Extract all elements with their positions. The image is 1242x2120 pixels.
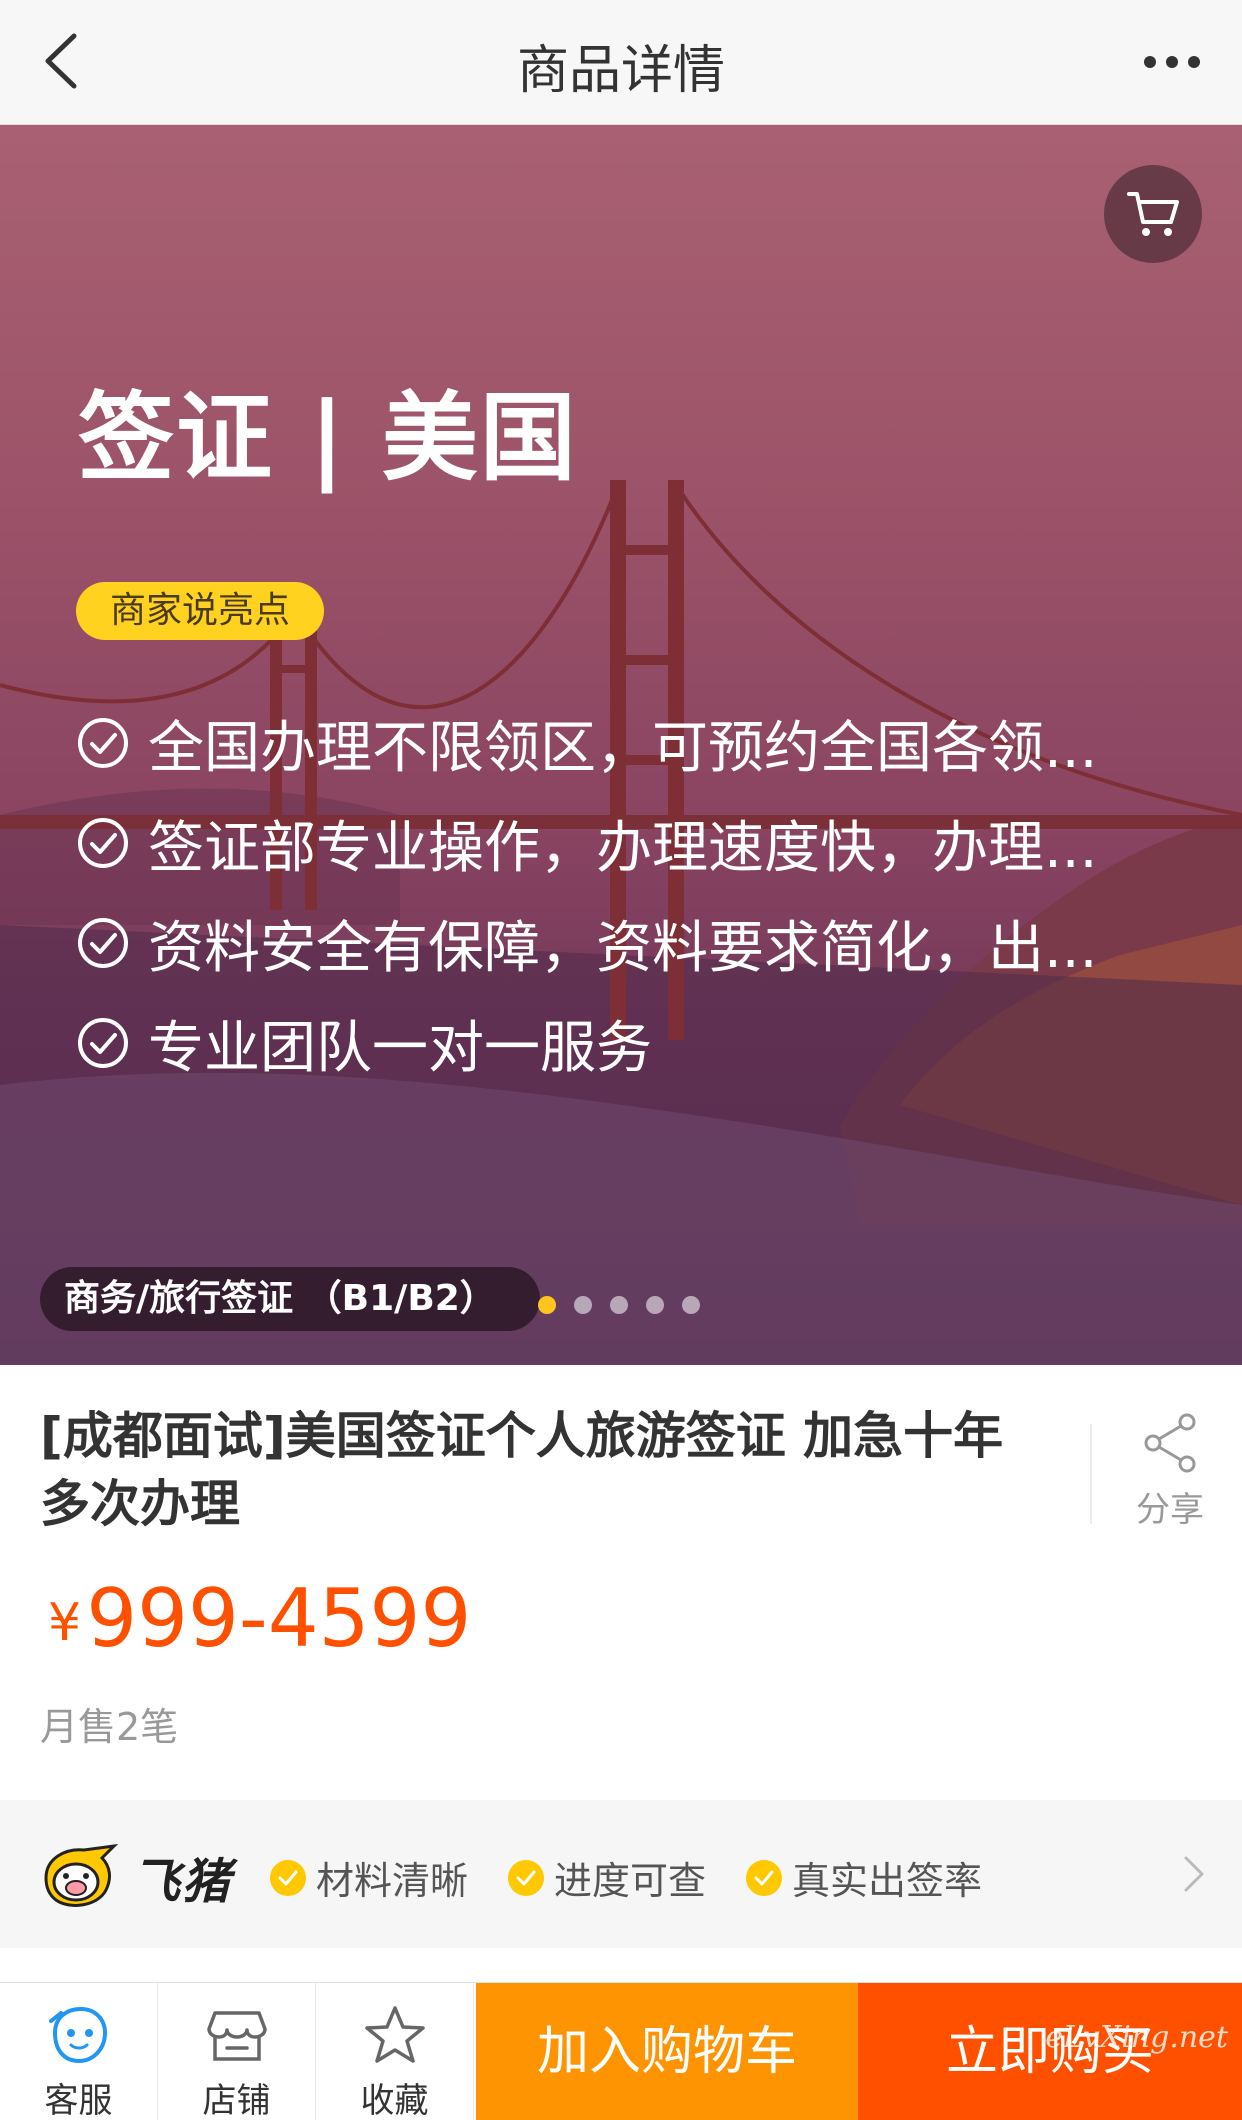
guarantee-text: 材料清晰	[316, 1859, 469, 1903]
list-item: 全国办理不限领区，可预约全国各领...	[76, 693, 1186, 793]
share-icon	[1144, 1413, 1196, 1473]
customer-service-icon	[48, 2006, 107, 2064]
list-item: 签证部专业操作，办理速度快，办理...	[76, 793, 1186, 893]
price: ¥ 999-4599	[48, 1572, 471, 1665]
highlight-text: 签证部专业操作，办理速度快，办理...	[148, 815, 1098, 881]
check-circle-icon	[78, 918, 128, 968]
highlight-text: 资料安全有保障，资料要求简化，出...	[148, 915, 1098, 981]
list-item: 进度可查	[508, 1850, 706, 1905]
highlights-badge: 商家说亮点	[76, 582, 325, 640]
tab-customer-service[interactable]: 客服	[0, 1983, 158, 2120]
check-badge-icon	[270, 1859, 306, 1896]
check-circle-icon	[78, 1018, 128, 1068]
list-item: 真实出签率	[746, 1850, 982, 1905]
check-circle-icon	[78, 818, 128, 868]
carousel-dot[interactable]	[610, 1296, 628, 1314]
check-badge-icon	[508, 1859, 545, 1896]
carousel-dots[interactable]	[538, 1296, 718, 1314]
share-button[interactable]: 分享	[1120, 1412, 1220, 1531]
product-title: [成都面试]美国签证个人旅游签证 加急十年多次办理	[40, 1407, 1004, 1533]
highlights-list: 全国办理不限领区，可预约全国各领... 签证部专业操作，办理速度快，办理... …	[76, 693, 1186, 1093]
tab-label: 店铺	[202, 2081, 271, 2120]
fliggy-logo: 飞猪	[40, 1842, 232, 1912]
carousel-dot[interactable]	[538, 1296, 556, 1314]
buy-now-button[interactable]: 立即购买 eLvXing.net	[858, 1983, 1242, 2120]
tab-shop[interactable]: 店铺	[158, 1983, 316, 2120]
carousel-dot[interactable]	[574, 1296, 592, 1314]
list-item: 专业团队一对一服务	[76, 993, 1186, 1093]
price-value: 999-4599	[86, 1572, 472, 1665]
highlight-text: 专业团队一对一服务	[148, 1015, 652, 1081]
guarantee-list: 材料清晰 进度可查 真实出签率	[270, 1850, 1022, 1905]
fliggy-pig-icon	[44, 1844, 118, 1907]
monthly-sales: 月售2笔	[40, 1705, 179, 1749]
hero-carousel[interactable]: 签证 | 美国 商家说亮点 全国办理不限领区，可预约全国各领... 签证部专业操…	[0, 125, 1242, 1365]
nav-bar: 商品详情	[0, 0, 1242, 125]
bottom-action-bar: 客服 店铺 收藏 加入购物车 立即购买 eLvXing.net	[0, 1982, 1242, 2120]
guarantee-text: 进度可查	[554, 1859, 707, 1903]
tab-favorite[interactable]: 收藏	[316, 1983, 474, 2120]
cart-button[interactable]	[1104, 165, 1202, 263]
guarantee-text: 真实出签率	[792, 1859, 983, 1903]
chevron-right-icon[interactable]	[1182, 1854, 1206, 1894]
page-title: 商品详情	[516, 41, 725, 101]
service-guarantee-bar[interactable]: 飞猪 材料清晰 进度可查 真实出签率	[0, 1800, 1242, 1948]
shop-icon	[206, 2011, 267, 2061]
currency-symbol: ¥	[48, 1593, 82, 1653]
add-to-cart-button[interactable]: 加入购物车	[476, 1983, 858, 2120]
list-item: 材料清晰	[270, 1850, 468, 1905]
cart-icon	[1127, 192, 1179, 236]
check-badge-icon	[746, 1859, 783, 1896]
brand-name: 飞猪	[132, 1854, 233, 1910]
visa-type-label: 商务/旅行签证 （B1/B2）	[40, 1267, 540, 1331]
carousel-dot[interactable]	[646, 1296, 664, 1314]
tab-label: 收藏	[360, 2081, 429, 2120]
list-item: 资料安全有保障，资料要求简化，出...	[76, 893, 1186, 993]
divider	[1090, 1424, 1092, 1524]
carousel-dot[interactable]	[682, 1296, 700, 1314]
star-icon	[364, 2006, 425, 2063]
hero-title: 签证 | 美国	[78, 382, 578, 494]
more-dots-icon[interactable]	[1142, 44, 1202, 80]
highlight-text: 全国办理不限领区，可预约全国各领...	[148, 715, 1098, 781]
tab-label: 客服	[44, 2081, 113, 2120]
share-label: 分享	[1136, 1490, 1204, 1530]
check-circle-icon	[78, 718, 128, 768]
watermark: eLvXing.net	[1045, 2020, 1228, 2055]
